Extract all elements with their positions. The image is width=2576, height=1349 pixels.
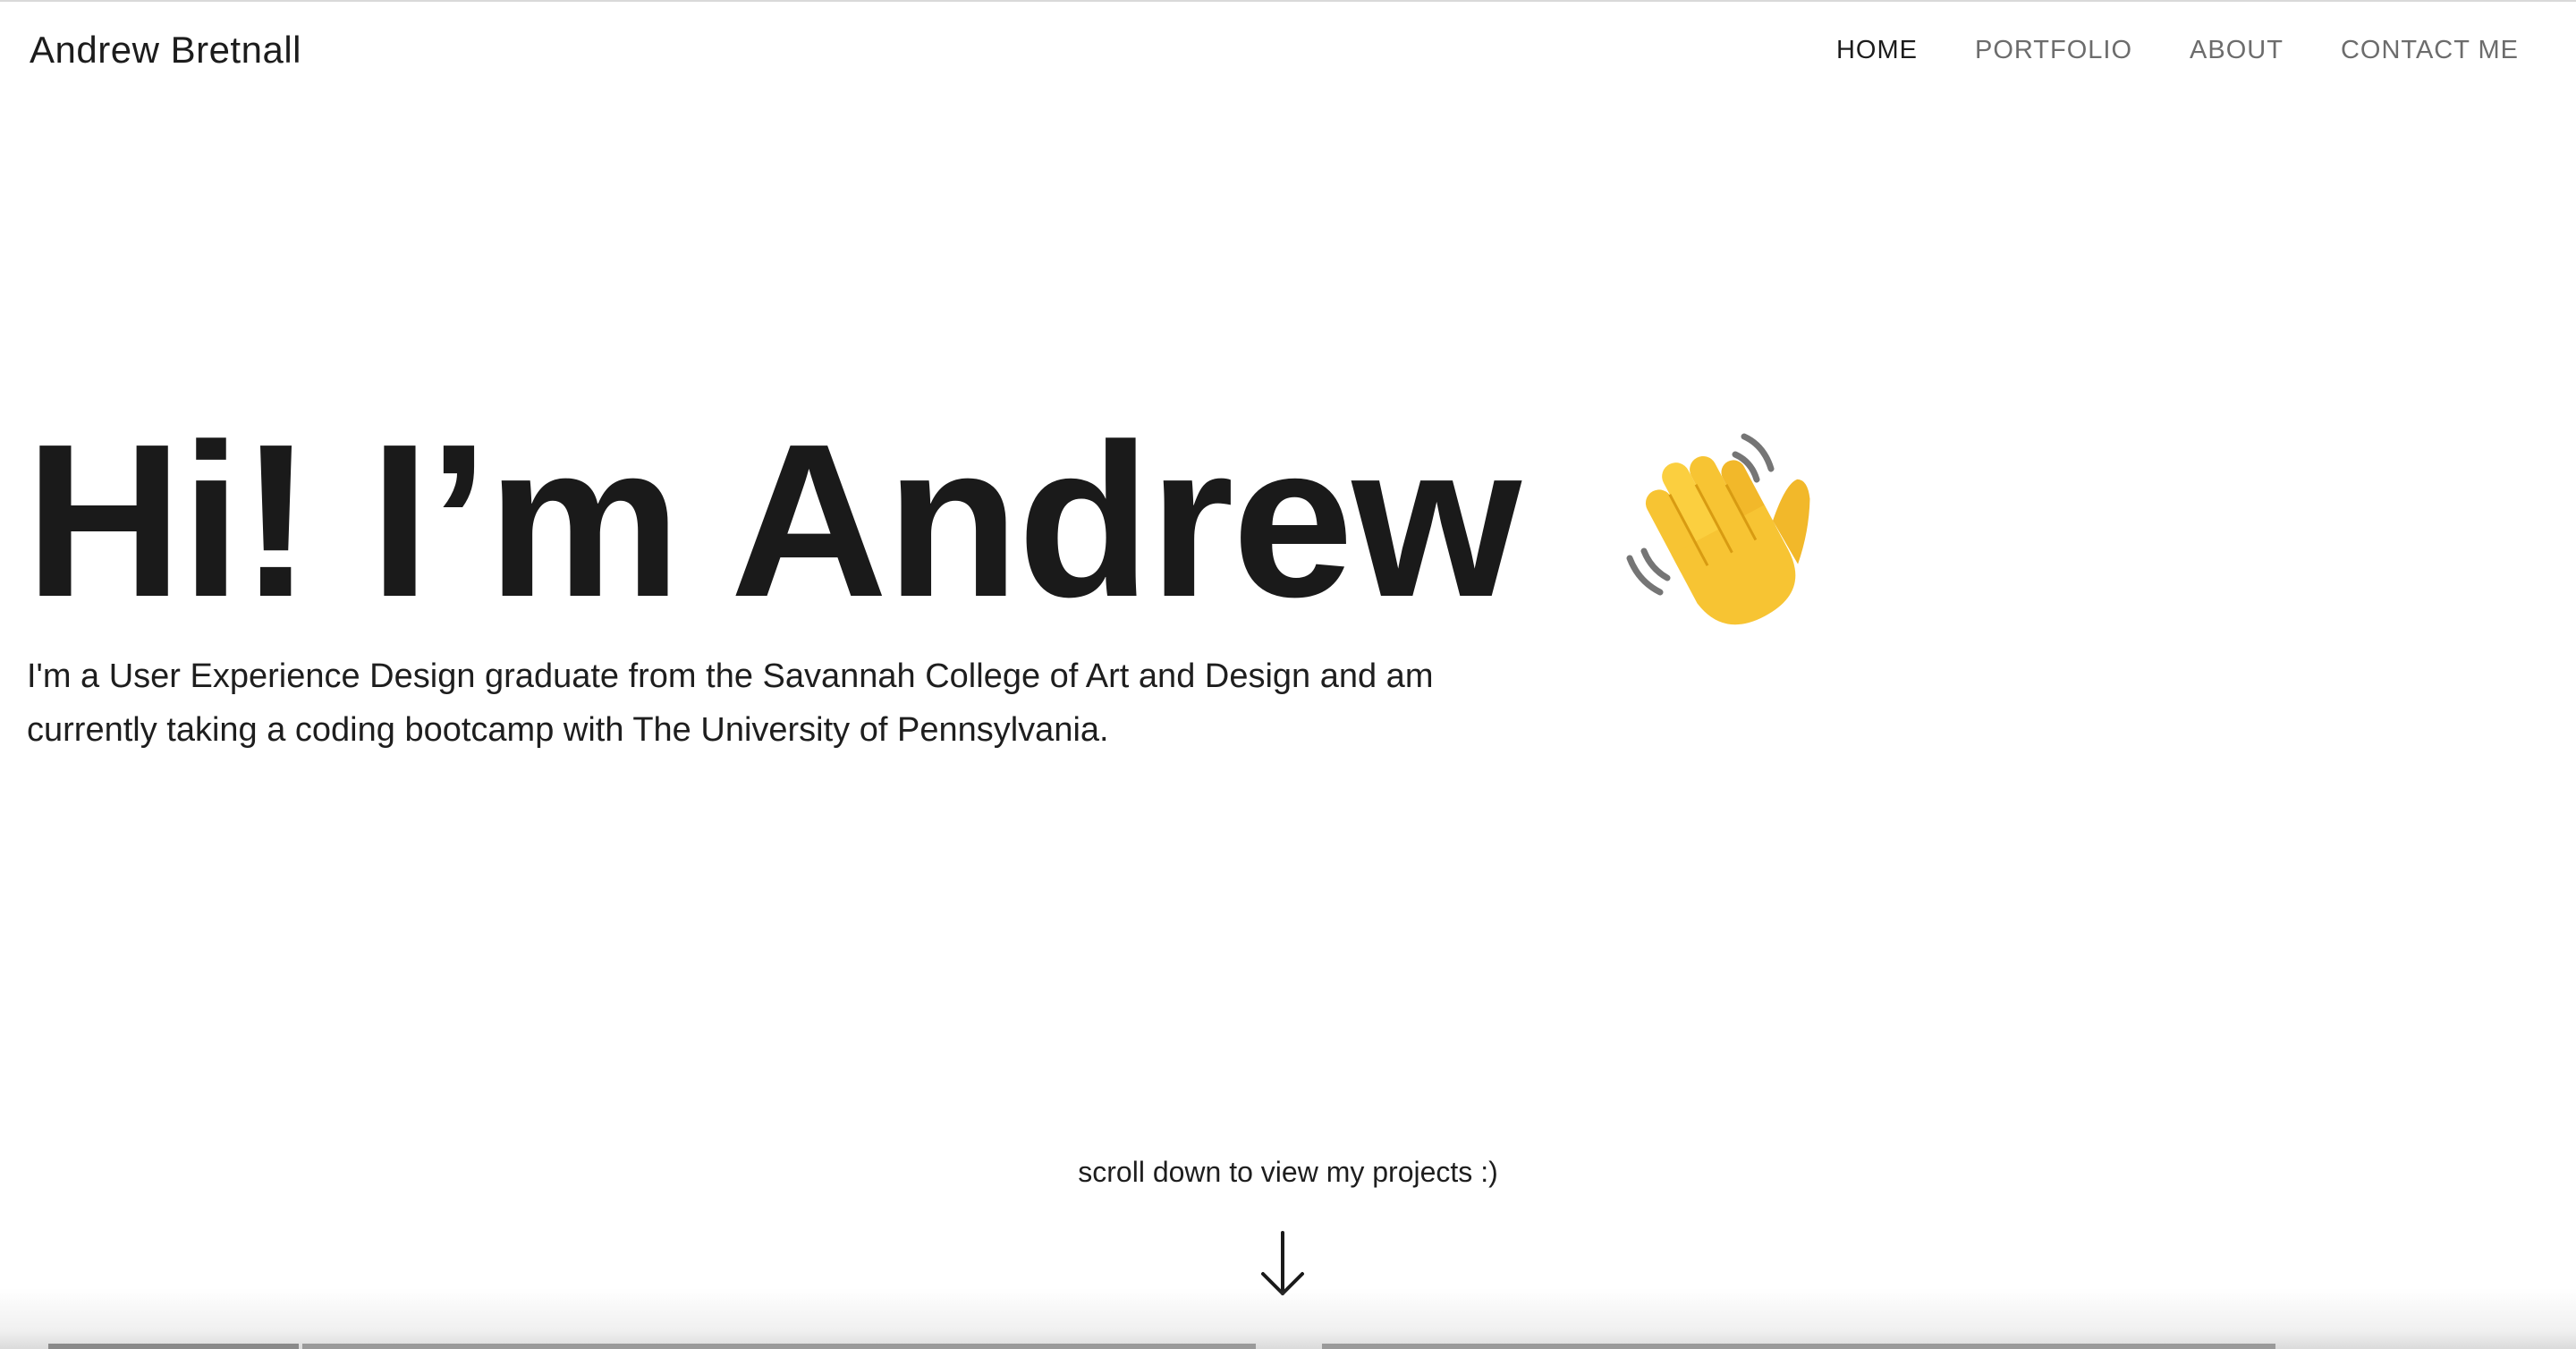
project-card-edge xyxy=(1322,1344,2275,1349)
hero-description: I'm a User Experience Design graduate fr… xyxy=(27,658,1434,749)
nav-item-portfolio[interactable]: PORTFOLIO xyxy=(1975,32,2132,68)
nav-item-contact[interactable]: CONTACT ME xyxy=(2341,32,2519,68)
waving-hand-icon xyxy=(1626,433,1810,625)
main-nav: HOME PORTFOLIO ABOUT CONTACT ME xyxy=(1836,32,2519,68)
arrow-down-icon[interactable] xyxy=(1259,1231,1306,1297)
site-brand-link[interactable]: Andrew Bretnall xyxy=(30,27,301,73)
nav-item-about[interactable]: ABOUT xyxy=(2190,32,2284,68)
scroll-hint-text: scroll down to view my projects :) xyxy=(1078,1156,1498,1188)
nav-item-home[interactable]: HOME xyxy=(1836,32,1918,68)
project-card-edge xyxy=(48,1344,299,1349)
project-card-edge xyxy=(302,1344,1256,1349)
top-border xyxy=(0,0,2576,2)
next-section-edge xyxy=(0,1288,2576,1349)
hero-title: Hi! I’m Andrew xyxy=(25,398,1521,642)
